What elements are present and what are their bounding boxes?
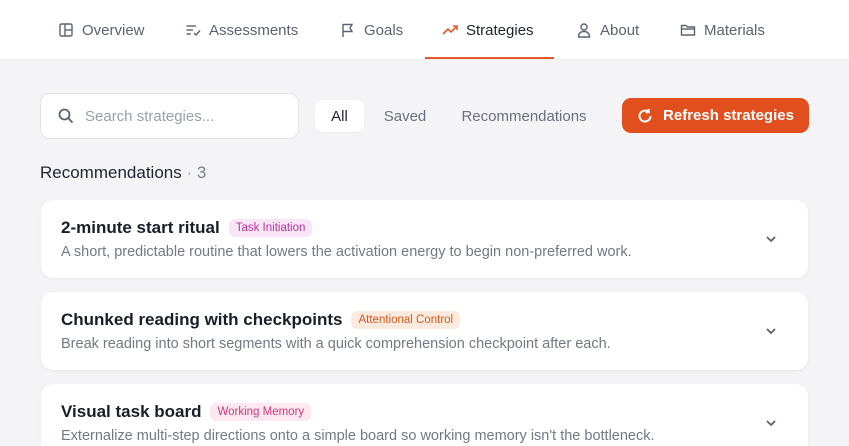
card-title: Chunked reading with checkpoints [61,310,343,329]
user-icon [577,23,591,38]
strategy-card[interactable]: 2-minute start ritual Task Initiation A … [41,200,808,278]
search-box[interactable] [40,93,299,139]
tab-materials[interactable]: Materials [680,0,765,60]
top-nav: Overview Assessments Goals Strategies Ab… [0,0,849,60]
tab-goals[interactable]: Goals [340,0,403,60]
folder-icon [680,24,696,36]
section-separator: · [186,163,193,182]
filter-all[interactable]: All [315,100,364,132]
refresh-strategies-button[interactable]: Refresh strategies [622,98,809,133]
card-header: Chunked reading with checkpoints Attenti… [61,310,461,330]
flag-icon [342,23,354,37]
section-header: Recommendations · 3 [40,163,206,183]
strategy-card[interactable]: Chunked reading with checkpoints Attenti… [41,292,808,370]
section-title: Recommendations [40,163,182,182]
category-badge: Working Memory [210,403,312,421]
active-tab-indicator [425,57,554,59]
card-header: Visual task board Working Memory [61,402,312,422]
tab-label: Assessments [209,21,299,39]
strategy-card[interactable]: Visual task board Working Memory Externa… [41,384,808,446]
refresh-icon [638,108,652,123]
filter-saved[interactable]: Saved [374,100,436,132]
checklist-icon [186,25,201,37]
tab-label: Strategies [466,21,534,39]
tab-label: Goals [364,21,404,39]
search-icon [58,108,74,124]
tab-assessments[interactable]: Assessments [185,0,298,60]
chevron-down-icon[interactable] [764,416,778,430]
card-description: A short, predictable routine that lowers… [61,244,632,260]
card-title: 2-minute start ritual [61,218,220,237]
tab-label: Materials [704,21,765,39]
refresh-label: Refresh strategies [663,107,794,124]
tab-strategies[interactable]: Strategies [442,0,534,60]
chevron-down-icon[interactable] [764,324,778,338]
card-description: Externalize multi-step directions onto a… [61,428,655,444]
card-description: Break reading into short segments with a… [61,336,611,352]
category-badge: Attentional Control [351,311,461,329]
card-header: 2-minute start ritual Task Initiation [61,218,313,238]
tab-overview[interactable]: Overview [58,0,145,60]
layout-icon [59,23,73,37]
tab-label: Overview [82,21,145,39]
filter-recommendations[interactable]: Recommendations [452,100,596,132]
category-badge: Task Initiation [228,219,313,237]
card-title: Visual task board [61,402,202,421]
tab-about[interactable]: About [576,0,639,60]
chevron-down-icon[interactable] [764,232,778,246]
tab-label: About [600,21,640,39]
trending-up-icon [442,25,458,35]
section-count: 3 [196,163,207,182]
search-input[interactable] [85,107,275,125]
